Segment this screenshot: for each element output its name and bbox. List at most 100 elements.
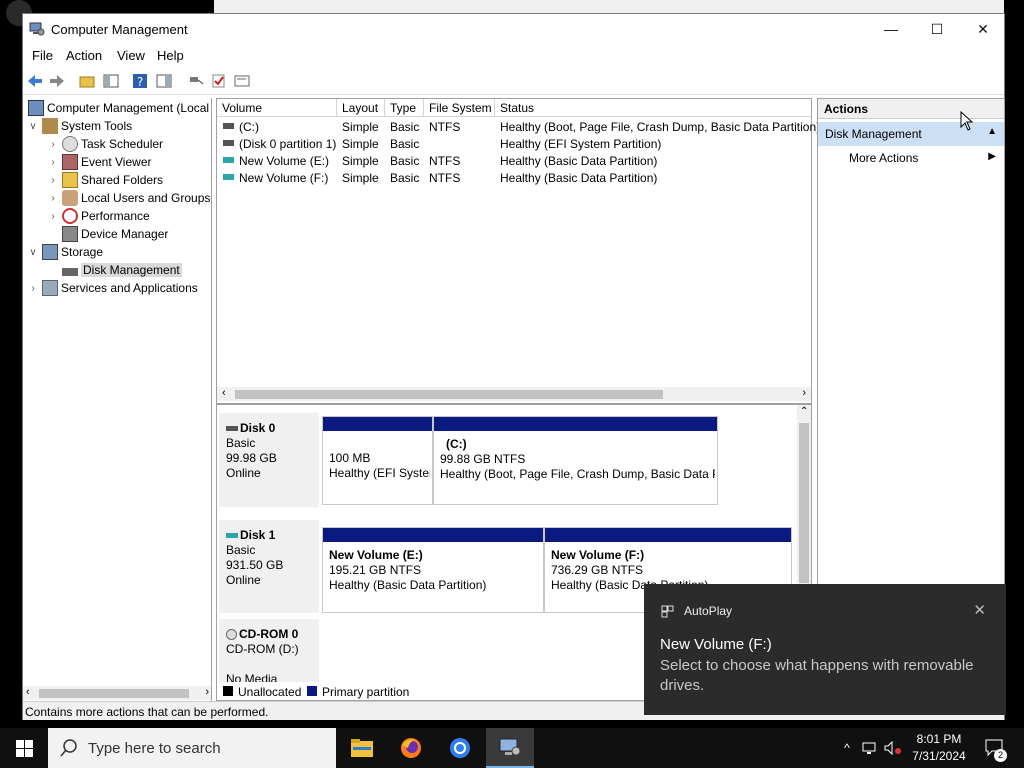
show-hide-tree-icon[interactable] [102, 72, 120, 90]
scroll-left-icon[interactable]: ‹ [222, 387, 226, 399]
expand-chevron-icon[interactable]: › [47, 193, 59, 204]
minimize-button[interactable]: — [868, 14, 914, 44]
connect-icon[interactable] [187, 72, 205, 90]
menu-help[interactable]: Help [157, 48, 184, 63]
scroll-right-icon[interactable]: › [205, 686, 209, 698]
menu-view[interactable]: View [117, 48, 145, 63]
mouse-cursor-icon [960, 111, 974, 131]
firefox-icon [401, 738, 421, 758]
scroll-up-icon[interactable]: ⌃ [800, 406, 808, 417]
toast-app-name: AutoPlay [684, 604, 733, 618]
column-status[interactable]: Status [495, 99, 813, 117]
primary-partition-swatch [307, 686, 317, 696]
checkmark-icon[interactable] [210, 72, 228, 90]
tree-root[interactable]: Computer Management (Local [25, 99, 209, 117]
show-hidden-icons-chevron-icon[interactable]: ^ [836, 728, 858, 768]
menu-file[interactable]: File [32, 48, 53, 63]
partition-bar [323, 417, 432, 431]
tree-system-tools[interactable]: ∨ System Tools [27, 117, 132, 135]
computer-icon [28, 100, 44, 116]
start-button[interactable] [0, 728, 48, 768]
column-volume[interactable]: Volume [217, 99, 337, 117]
tree-event-viewer[interactable]: › Event Viewer [47, 153, 151, 171]
volume-list-horizontal-scrollbar[interactable]: ‹ › [217, 387, 811, 401]
column-file-system[interactable]: File System [424, 99, 495, 117]
table-row[interactable]: (Disk 0 partition 1) Simple Basic Health… [217, 135, 811, 152]
table-row[interactable]: (C:) Simple Basic NTFS Healthy (Boot, Pa… [217, 118, 820, 135]
notification-center-icon[interactable]: 2 [980, 728, 1010, 768]
scroll-right-icon[interactable]: › [802, 387, 806, 399]
expand-chevron-icon[interactable]: › [47, 157, 59, 168]
toast-close-icon[interactable]: ✕ [973, 601, 986, 619]
menu-action[interactable]: Action [66, 48, 102, 63]
cdrom-icon [226, 629, 237, 641]
tree-disk-management[interactable]: Disk Management [59, 261, 182, 279]
forward-arrow-icon[interactable] [48, 72, 66, 90]
cdrom-label[interactable]: CD-ROM 0 CD-ROM (D:) No Media [219, 619, 319, 686]
partition-e[interactable]: New Volume (E:) 195.21 GB NTFS Healthy (… [322, 527, 544, 613]
collapse-chevron-icon[interactable]: ∨ [27, 121, 39, 132]
up-folder-icon[interactable] [78, 72, 96, 90]
table-row[interactable]: New Volume (E:) Simple Basic NTFS Health… [217, 152, 811, 169]
collapse-chevron-icon[interactable]: ∨ [27, 247, 39, 258]
firefox-button[interactable] [387, 728, 435, 768]
shared-folder-icon [62, 172, 78, 188]
expand-chevron-icon[interactable]: › [27, 283, 39, 294]
submenu-arrow-icon: ▶ [988, 151, 996, 162]
column-layout[interactable]: Layout [337, 99, 385, 117]
show-hide-action-pane-icon[interactable] [155, 72, 173, 90]
menu-bar: File Action View Help [23, 44, 1004, 66]
scrollbar-thumb[interactable] [235, 390, 663, 399]
title-bar[interactable]: Computer Management — ☐ ✕ [23, 14, 1004, 44]
autoplay-notification[interactable]: AutoPlay ✕ New Volume (F:) Select to cho… [644, 584, 1006, 715]
unallocated-swatch [223, 686, 233, 696]
tree-performance[interactable]: › Performance [47, 207, 150, 225]
properties-icon[interactable] [233, 72, 251, 90]
windows-logo-icon [15, 739, 33, 757]
back-arrow-icon[interactable] [26, 72, 44, 90]
network-icon[interactable] [859, 728, 881, 768]
search-icon [60, 739, 77, 757]
tree-services-applications[interactable]: › Services and Applications [27, 279, 198, 297]
scroll-left-icon[interactable]: ‹ [26, 686, 30, 698]
scrollbar-thumb[interactable] [39, 689, 189, 698]
disk-1-label[interactable]: Disk 1 Basic 931.50 GB Online [219, 520, 319, 613]
svg-text:?: ? [137, 75, 143, 89]
collapse-triangle-icon[interactable]: ▲ [987, 126, 997, 137]
system-clock[interactable]: 8:01 PM 7/31/2024 [900, 731, 978, 765]
tree-horizontal-scrollbar[interactable]: ‹ › [23, 686, 211, 700]
disk-0-label[interactable]: Disk 0 Basic 99.98 GB Online [219, 413, 319, 507]
scrollbar-thumb[interactable] [799, 423, 809, 583]
table-row[interactable]: New Volume (F:) Simple Basic NTFS Health… [217, 169, 811, 186]
maximize-button[interactable]: ☐ [914, 14, 960, 44]
actions-section-disk-management[interactable]: Disk Management ▲ [818, 122, 1004, 146]
partition-c[interactable]: (C:) 99.88 GB NTFS Healthy (Boot, Page F… [433, 416, 718, 505]
services-icon [42, 280, 58, 296]
toast-body: Select to choose what happens with remov… [660, 657, 974, 694]
tree-task-scheduler[interactable]: › Task Scheduler [47, 135, 163, 153]
storage-icon [42, 244, 58, 260]
event-viewer-icon [62, 154, 78, 170]
expand-chevron-icon[interactable]: › [47, 211, 59, 222]
disk-view-vertical-scrollbar[interactable]: ⌃ [797, 405, 811, 585]
partition-efi[interactable]: 100 MB Healthy (EFI Syster [322, 416, 433, 505]
tree-storage[interactable]: ∨ Storage [27, 243, 103, 261]
tree-local-users[interactable]: › Local Users and Groups [47, 189, 210, 207]
help-icon[interactable]: ? [131, 72, 149, 90]
more-actions-item[interactable]: More Actions ▶ [818, 147, 1004, 169]
computer-management-taskbar-button[interactable] [486, 728, 534, 768]
device-manager-icon [62, 226, 78, 242]
column-type[interactable]: Type [385, 99, 424, 117]
volume-list: Volume Layout Type File System Status (C… [216, 98, 820, 404]
chrome-button[interactable] [436, 728, 484, 768]
tree-device-manager[interactable]: Device Manager [59, 225, 168, 243]
expand-chevron-icon[interactable]: › [47, 175, 59, 186]
expand-chevron-icon[interactable]: › [47, 139, 59, 150]
taskbar: Type here to search ^ 8:01 PM 7/31/2024 … [0, 728, 1024, 768]
volume-list-header: Volume Layout Type File System Status [217, 99, 811, 117]
tree-shared-folders[interactable]: › Shared Folders [47, 171, 163, 189]
file-explorer-button[interactable] [338, 728, 386, 768]
drive-icon [223, 123, 234, 129]
close-button[interactable]: ✕ [960, 14, 1006, 44]
taskbar-search-box[interactable]: Type here to search [48, 728, 336, 768]
